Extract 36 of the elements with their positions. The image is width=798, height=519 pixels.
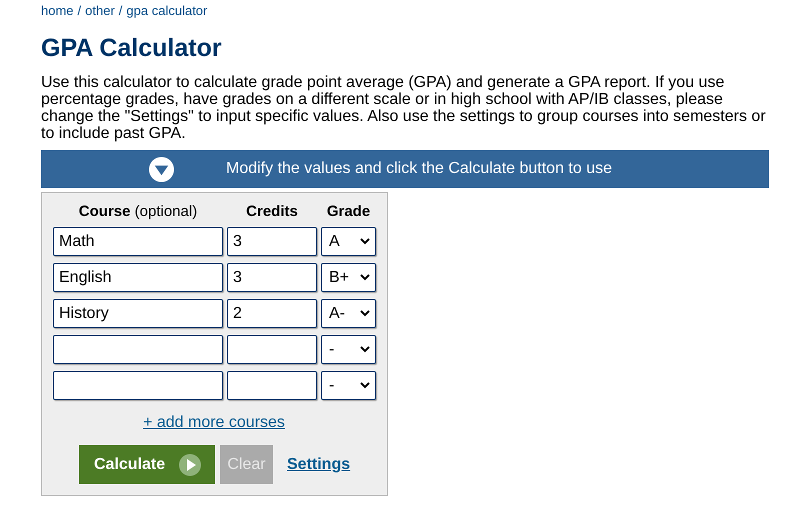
course-column-header: Course (optional) xyxy=(78,203,198,220)
course-input[interactable]: Math xyxy=(53,227,223,256)
intro-paragraph: Use this calculator to calculate grade point average (GPA) and generate a GPA report. If you use percentage grades, have grades on a different scale or in high school with AP/IB classes, please change the "Settings" to input specific values. Also use the settings to group courses into semesters or to include past GPA. xyxy=(41,74,767,142)
grade-select[interactable]: - xyxy=(321,371,376,400)
breadcrumb-link[interactable]: home xyxy=(41,3,74,18)
course-input[interactable] xyxy=(53,335,223,364)
grade-select[interactable]: A- xyxy=(321,299,376,328)
credits-input[interactable] xyxy=(227,371,317,400)
grade-column-header: Grade xyxy=(326,203,370,220)
chevron-down-icon xyxy=(360,274,370,281)
grade-select[interactable]: - xyxy=(321,335,376,364)
course-input[interactable]: English xyxy=(53,263,223,292)
course-input[interactable]: History xyxy=(53,299,223,328)
breadcrumb-separator: / xyxy=(118,3,122,18)
grade-select[interactable]: B+ xyxy=(321,263,376,292)
credits-input[interactable]: 3 xyxy=(227,263,317,292)
credits-input[interactable]: 3 xyxy=(227,227,317,256)
credits-column-header: Credits xyxy=(246,203,298,220)
page-title: GPA Calculator xyxy=(41,33,223,63)
credits-input[interactable] xyxy=(227,335,317,364)
credits-input[interactable]: 2 xyxy=(227,299,317,328)
caret-down-icon xyxy=(148,156,175,182)
chevron-down-icon xyxy=(360,238,370,245)
breadcrumb-link[interactable]: other xyxy=(85,3,115,18)
banner-text: Modify the values and click the Calculate button to use xyxy=(226,159,612,179)
breadcrumb-link[interactable]: gpa calculator xyxy=(126,3,208,18)
play-icon xyxy=(179,454,202,476)
calculate-button[interactable]: Calculate xyxy=(79,445,215,484)
breadcrumb-separator: / xyxy=(78,3,82,18)
settings-link[interactable]: Settings xyxy=(287,452,350,476)
add-more-courses-link[interactable]: + add more courses xyxy=(143,411,285,435)
grade-select[interactable]: A xyxy=(321,227,376,256)
chevron-down-icon xyxy=(360,310,370,317)
course-input[interactable] xyxy=(53,371,223,400)
chevron-down-icon xyxy=(360,382,370,389)
chevron-down-icon xyxy=(360,346,370,353)
